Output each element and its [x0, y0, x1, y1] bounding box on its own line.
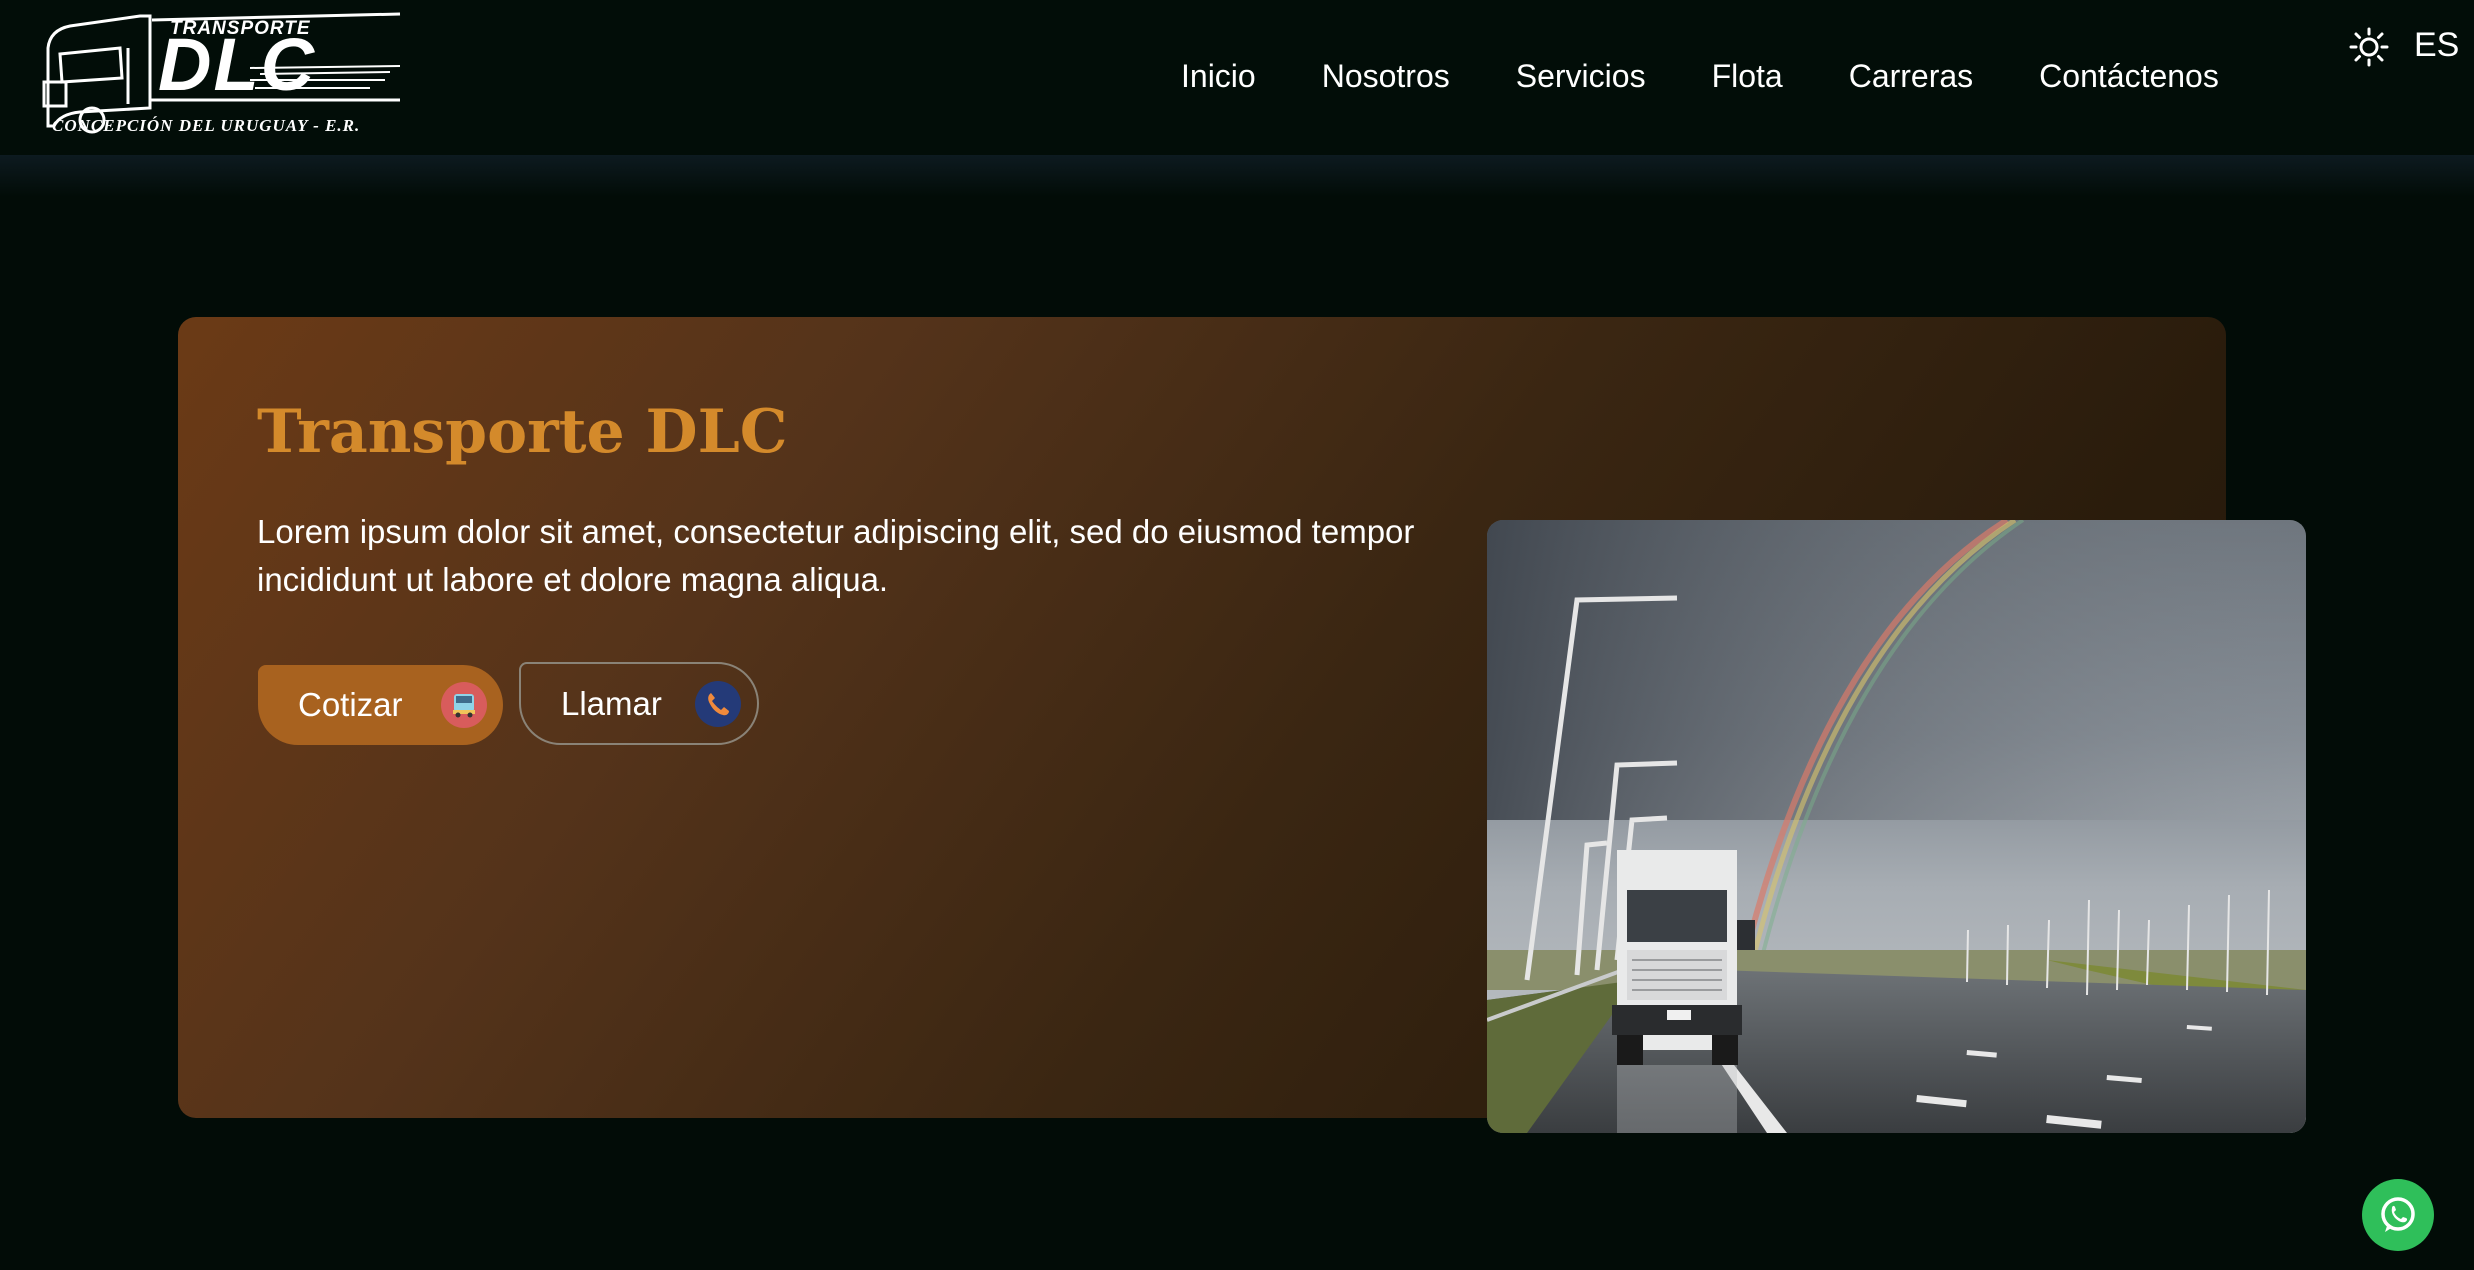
nav-nosotros[interactable]: Nosotros [1322, 54, 1450, 98]
nav-flota[interactable]: Flota [1712, 54, 1783, 98]
nav-contactenos[interactable]: Contáctenos [2039, 54, 2219, 98]
language-selector[interactable]: ES [2414, 24, 2459, 66]
main-nav: Inicio Nosotros Servicios Flota Carreras… [1181, 54, 2219, 98]
sun-icon[interactable] [2348, 26, 2390, 68]
cotizar-label: Cotizar [298, 686, 403, 723]
nav-servicios[interactable]: Servicios [1516, 54, 1646, 98]
logo-bottom-text: CONCEPCIÓN DEL URUGUAY - E.R. [52, 116, 361, 135]
llamar-label: Llamar [561, 684, 662, 722]
hero-description: Lorem ipsum dolor sit amet, consectetur … [257, 513, 1415, 598]
site-header: TRANSPORTE DLC CONCEPCIÓN DEL URUGUAY - … [0, 0, 2474, 155]
nav-inicio[interactable]: Inicio [1181, 54, 1256, 98]
cotizar-button[interactable]: Cotizar [258, 665, 503, 745]
hero-title: Transporte DLC [257, 397, 788, 467]
header-shadow [0, 155, 2474, 197]
page: TRANSPORTE DLC CONCEPCIÓN DEL URUGUAY - … [0, 0, 2474, 1270]
llamar-button[interactable]: Llamar [519, 662, 759, 745]
hero-image [1487, 520, 2306, 1133]
whatsapp-icon[interactable] [2362, 1179, 2434, 1251]
logo-main-text: DLC [158, 23, 317, 106]
phone-icon [695, 681, 741, 727]
logo[interactable]: TRANSPORTE DLC CONCEPCIÓN DEL URUGUAY - … [40, 8, 410, 140]
truck-rainbow-photo [1487, 520, 2306, 1133]
truck-icon [441, 682, 487, 728]
nav-carreras[interactable]: Carreras [1849, 54, 1973, 98]
